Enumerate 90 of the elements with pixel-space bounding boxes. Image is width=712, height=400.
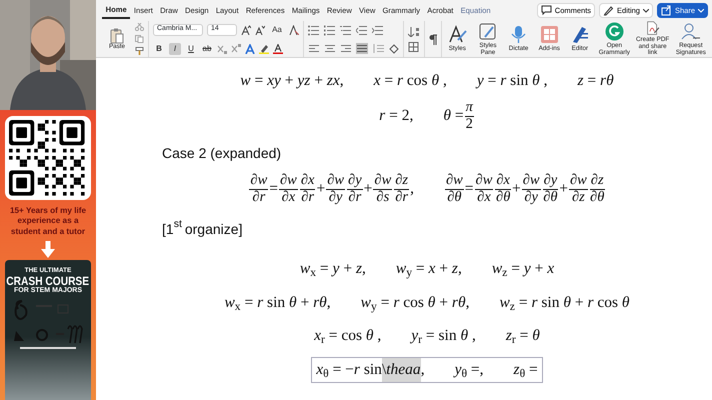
align-left-icon[interactable]: [308, 42, 320, 54]
fraction: ∂w ∂x: [278, 173, 298, 205]
align-right-icon[interactable]: [340, 42, 352, 54]
styles-icon: [448, 25, 467, 44]
brush-icon[interactable]: [135, 47, 144, 55]
fraction: ∂w ∂y: [522, 173, 541, 205]
math-text: +: [364, 179, 372, 200]
math-text: w$_{x}$ = y + z,: [300, 259, 366, 281]
editor-icon: [570, 25, 590, 44]
font-color-icon[interactable]: [273, 44, 283, 54]
math-text: z = rθ: [578, 71, 614, 92]
italic-button[interactable]: I: [169, 42, 181, 54]
math-text: \theaa: [382, 358, 421, 382]
math-text: ,: [410, 179, 414, 200]
fraction: ∂y ∂r: [347, 173, 363, 205]
math-text: +: [316, 179, 326, 200]
caret-icon: [642, 8, 649, 12]
underline-button[interactable]: U: [185, 42, 197, 54]
align-center-icon[interactable]: [324, 42, 336, 54]
sort-icon[interactable]: [408, 26, 420, 36]
fraction: ∂z ∂θ: [590, 173, 605, 205]
fraction: ∂w ∂z: [568, 173, 588, 205]
fraction: ∂w ∂r: [249, 173, 268, 205]
pencil-icon: [603, 5, 614, 16]
math-text: w$_{y}$ = x + z,: [396, 259, 462, 281]
cut-icon[interactable]: [135, 23, 144, 31]
fraction: ∂w ∂s: [373, 173, 392, 205]
fraction: ∂w ∂x: [474, 173, 494, 205]
bullets-icon[interactable]: [308, 24, 320, 36]
math-text: w$_{z}$ = y + x: [492, 259, 554, 281]
bold-button[interactable]: B: [153, 42, 165, 54]
math-text: x$_{θ}$ = −r sin: [316, 360, 382, 382]
math-text: +: [512, 179, 521, 200]
copy-icon[interactable]: [135, 35, 144, 43]
math-text: y = r sin θ ,: [476, 71, 548, 92]
microphone-icon: [509, 25, 528, 44]
math-text: w$_{x}$ = r sin θ + rθ,: [224, 292, 331, 314]
fraction: π 2: [464, 100, 474, 132]
decrease-indent-icon[interactable]: [356, 24, 368, 36]
math-text: =: [269, 179, 278, 200]
down-arrow-icon: [41, 240, 55, 258]
borders-icon[interactable]: [408, 42, 420, 52]
math-text: θ =: [443, 106, 464, 126]
math-text: +: [559, 179, 568, 200]
math-text: ,: [420, 360, 425, 380]
numbering-icon[interactable]: [324, 24, 336, 36]
justify-icon[interactable]: [356, 42, 368, 54]
subscript-icon[interactable]: [217, 44, 227, 54]
shading-icon[interactable]: [388, 42, 399, 54]
math-text: =: [464, 179, 474, 200]
styles-pane-icon: [478, 22, 498, 41]
fraction: ∂w ∂θ: [444, 173, 464, 205]
superscript-icon[interactable]: [231, 44, 241, 54]
text-effects-icon[interactable]: [245, 44, 255, 54]
math-text: r = 2,: [379, 106, 414, 126]
fraction: ∂x ∂r: [300, 173, 316, 205]
math-text: y$_{r}$ = sin θ ,: [411, 326, 476, 348]
math-text: x = r cos θ ,: [374, 71, 447, 92]
math-text: x$_{r}$ = cos θ ,: [314, 326, 382, 348]
fraction: ∂x ∂θ: [495, 173, 511, 205]
highlighter-icon[interactable]: [259, 44, 269, 54]
grow-font-icon[interactable]: [241, 24, 251, 34]
fraction: ∂z ∂r: [394, 173, 410, 205]
increase-indent-icon[interactable]: [372, 24, 384, 36]
math-text: z$_{θ}$ =: [514, 360, 538, 382]
paragraph: [1$^{st}$ organize]: [162, 216, 244, 239]
qr-code-icon: [9, 120, 85, 196]
caret-icon: [698, 8, 704, 12]
comment-icon: [540, 5, 552, 16]
clear-formatting-icon[interactable]: [289, 24, 299, 34]
strike-button[interactable]: ab: [201, 42, 213, 54]
promo-text: 15+ Years of my life experience as a student and a tutor: [8, 206, 88, 237]
line-spacing-icon[interactable]: [372, 42, 384, 54]
math-text: w$_{z}$ = r sin θ + r cos θ: [499, 292, 630, 314]
share-icon: [660, 5, 672, 16]
fraction: ∂w ∂y: [326, 173, 346, 205]
math-text: y$_{θ}$ =,: [454, 360, 484, 382]
shrink-font-icon[interactable]: [255, 24, 265, 34]
signature-person-icon: [681, 22, 700, 41]
paragraph: Case 2 (expanded): [162, 144, 282, 163]
clipboard-icon: [110, 28, 124, 44]
math-text: w = xy + yz + zx,: [240, 71, 344, 92]
grid-icon: [540, 25, 559, 44]
pilcrow-icon[interactable]: [429, 34, 437, 44]
fraction: ∂y ∂θ: [542, 173, 558, 205]
math-text: w$_{y}$ = r cos θ + rθ,: [360, 292, 470, 314]
change-case-button[interactable]: Aa: [269, 24, 285, 36]
math-text: z$_{r}$ = θ: [506, 326, 540, 348]
multilevel-list-icon[interactable]: [340, 24, 352, 36]
book-title: CRASH COURSE: [6, 274, 90, 288]
